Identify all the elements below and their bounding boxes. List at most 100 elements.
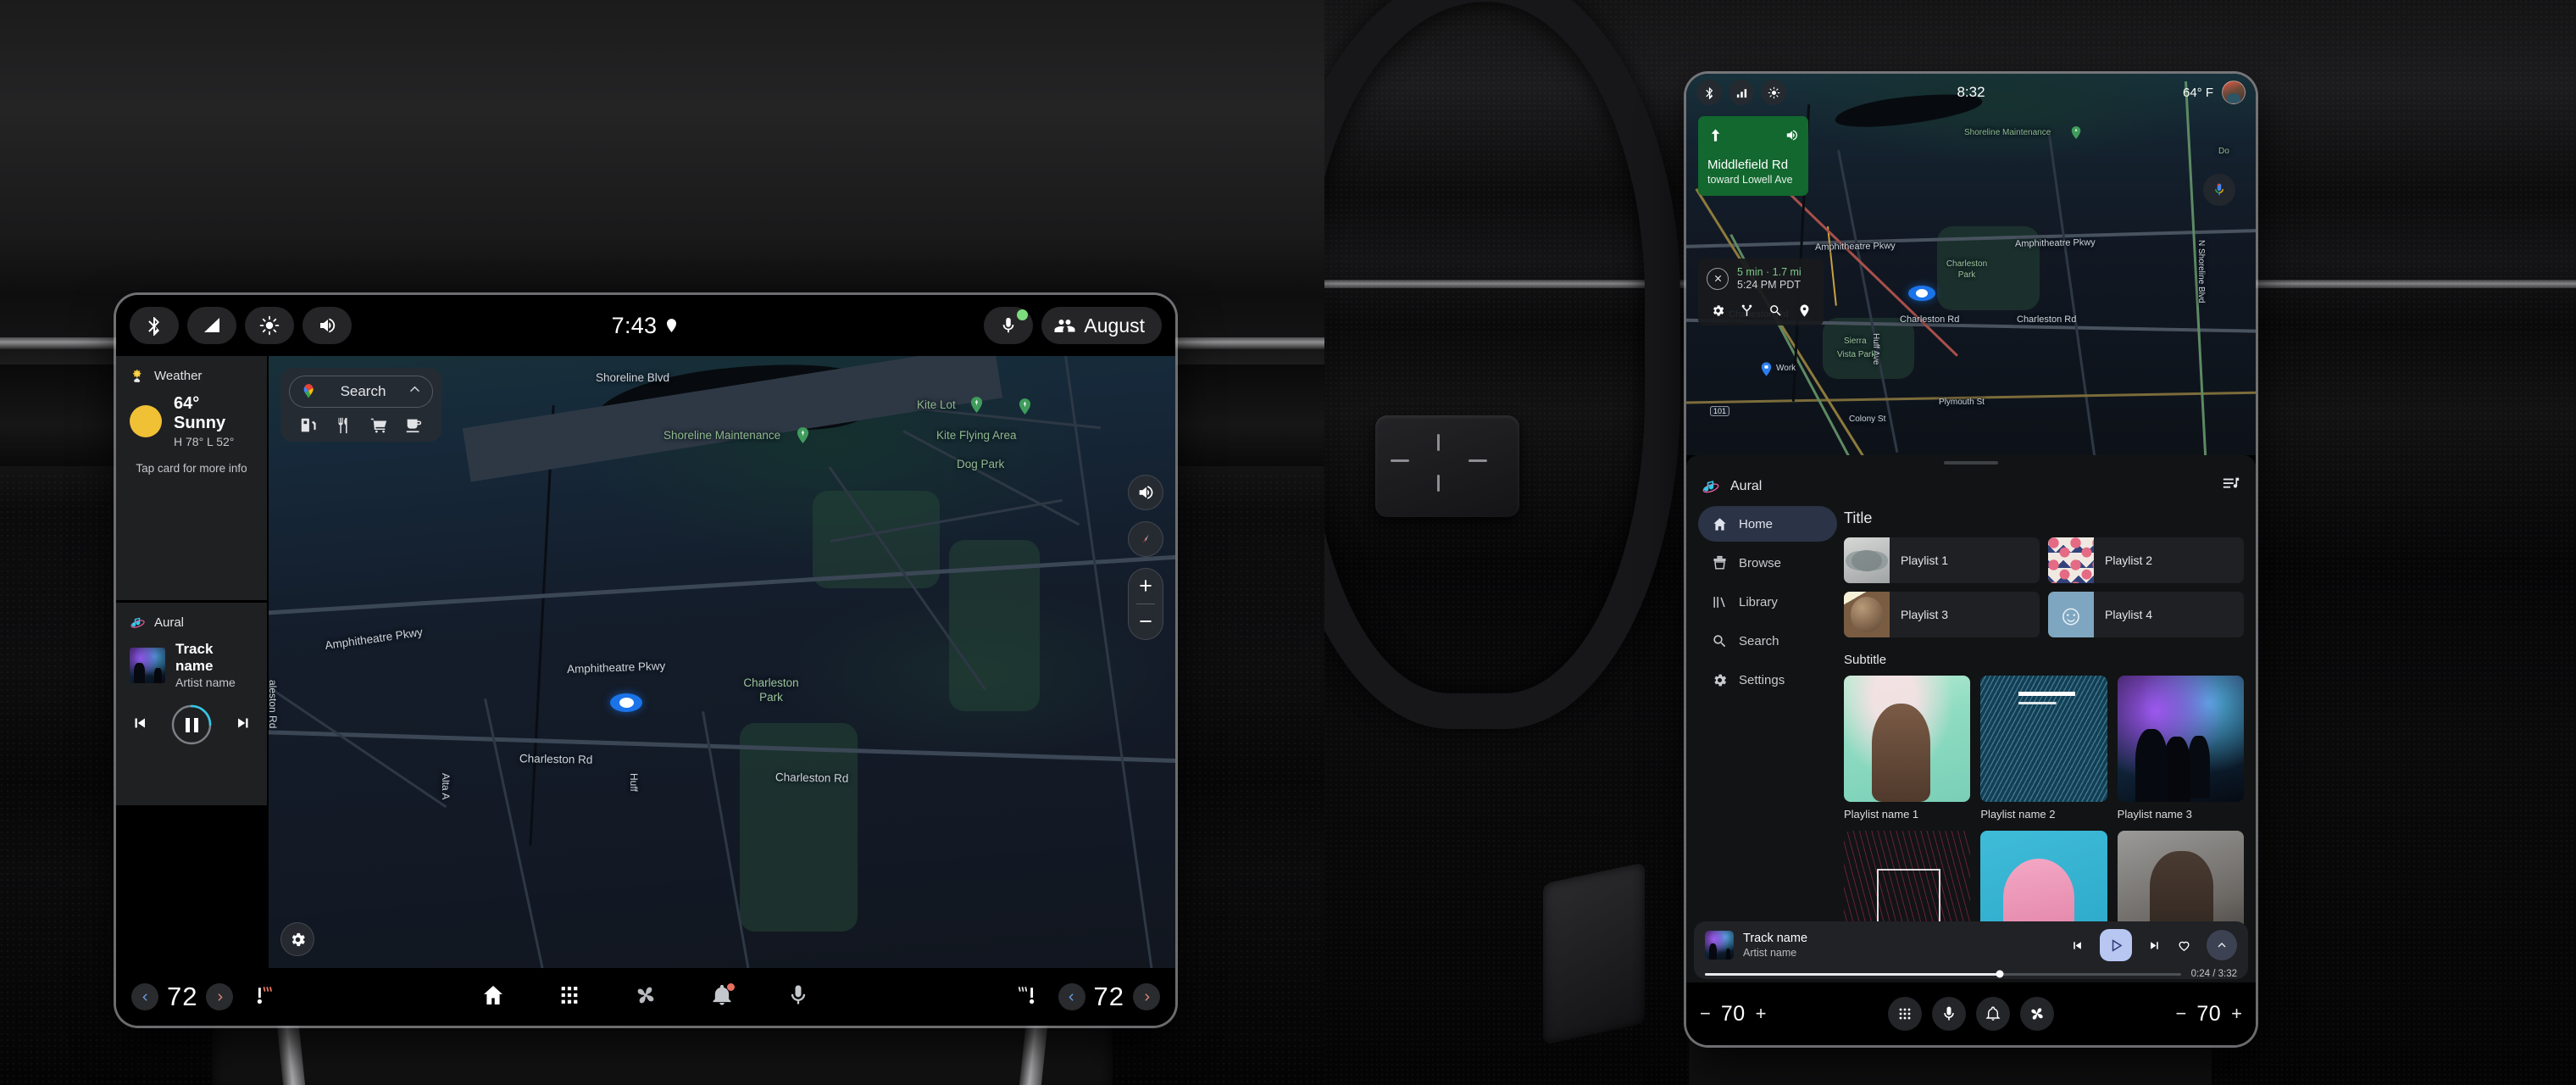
coffee-icon[interactable]: [404, 416, 423, 435]
zoom-out-button[interactable]: −: [1129, 604, 1163, 639]
map-search-card[interactable]: Search: [280, 368, 441, 442]
map-label: Shoreline Maintenance: [1964, 128, 2051, 137]
notifications-bell-icon[interactable]: [1976, 997, 2010, 1031]
close-x-icon[interactable]: [1707, 267, 1729, 290]
gas-station-icon[interactable]: [299, 416, 318, 435]
home-icon: [1713, 517, 1726, 531]
outside-temperature: 64° F: [2182, 85, 2213, 100]
passenger-temp-down-button[interactable]: −: [2175, 1003, 2186, 1025]
driver-temp-up-button[interactable]: [206, 983, 234, 1010]
skip-previous-icon[interactable]: [2070, 938, 2085, 953]
home-icon[interactable]: [481, 983, 505, 1011]
driver-temp-control: 72: [131, 982, 234, 1012]
driver-seat-heater-icon[interactable]: [252, 982, 277, 1012]
driver-temp-down-button[interactable]: −: [1700, 1003, 1711, 1025]
fan-icon[interactable]: [2020, 997, 2054, 1031]
aural-logo-icon: [130, 617, 145, 628]
expand-player-button[interactable]: [2207, 930, 2237, 960]
skip-next-icon[interactable]: [2147, 938, 2162, 953]
user-profile-button[interactable]: August: [1041, 307, 1162, 344]
apps-grid-icon[interactable]: [558, 983, 581, 1011]
passenger-temp-down-button[interactable]: [1058, 983, 1085, 1010]
map-pin-work[interactable]: [1761, 362, 1772, 376]
fan-icon[interactable]: [634, 983, 658, 1011]
restaurant-icon[interactable]: [334, 416, 353, 435]
right-map-view[interactable]: 8:32 64° F Middlefield Rd toward Lowell …: [1686, 74, 2256, 455]
driver-temp-up-button[interactable]: +: [1756, 1003, 1767, 1025]
progress-slider[interactable]: [1705, 970, 2181, 978]
google-assistant-mic-icon[interactable]: [2203, 174, 2235, 206]
settings-gear-icon[interactable]: [1711, 303, 1725, 318]
playlist-artwork: [2048, 537, 2094, 583]
assistant-mic-button[interactable]: [984, 307, 1034, 344]
pause-button[interactable]: [171, 704, 212, 745]
media-content: Title Playlist 1 Playlist 2 Playlist 3 ☺…: [1837, 506, 2244, 958]
search-icon[interactable]: [1768, 303, 1783, 318]
heart-icon[interactable]: [2177, 938, 2191, 953]
playlist-label: Playlist name 1: [1844, 808, 1919, 821]
media-card[interactable]: Aural Track name Artist name: [116, 603, 267, 805]
library-icon: [1713, 596, 1725, 608]
sidebar-item-search[interactable]: Search: [1698, 623, 1837, 659]
microphone-icon[interactable]: [1932, 997, 1966, 1031]
big-playlist-card[interactable]: Playlist name 3: [2117, 676, 2244, 821]
map-pin-shoreline-maintenance[interactable]: [2071, 126, 2081, 139]
playlist-label: Playlist 3: [1901, 608, 1949, 621]
playlist-artwork: [1844, 592, 1890, 637]
skip-next-icon[interactable]: [234, 714, 253, 737]
chevron-up-icon[interactable]: [408, 382, 422, 401]
volume-icon: [1139, 486, 1153, 499]
eta-duration-distance: 5 min · 1.7 mi: [1737, 266, 1802, 278]
search-input[interactable]: Search: [289, 376, 433, 408]
big-playlist-card[interactable]: Playlist name 2: [1980, 676, 2107, 821]
passenger-temp-up-button[interactable]: [1133, 983, 1160, 1010]
left-infotainment-screen[interactable]: 7:43 August Weather 64° Sunny H 78° L 52…: [116, 295, 1175, 1026]
playlist-artwork: [1844, 537, 1890, 583]
playlist-card[interactable]: Playlist 2: [2048, 537, 2244, 583]
route-alternatives-icon[interactable]: [1740, 303, 1754, 318]
map-pin-kite-flying-area[interactable]: [1019, 398, 1031, 415]
big-playlist-card[interactable]: Playlist name 1: [1844, 676, 1971, 821]
map-label: Charleston Rd: [2017, 314, 2077, 325]
playlist-card[interactable]: Playlist 1: [1844, 537, 2040, 583]
eta-arrival-time: 5:24 PM PDT: [1737, 279, 1802, 291]
notifications-bell-icon[interactable]: [710, 982, 735, 1011]
sidebar-item-library[interactable]: Library: [1698, 584, 1837, 620]
play-button[interactable]: [2100, 929, 2132, 961]
passenger-temp-up-button[interactable]: +: [2231, 1003, 2242, 1025]
map-volume-button[interactable]: [1128, 475, 1163, 510]
place-pin-icon[interactable]: [1797, 303, 1812, 318]
avatar[interactable]: [2222, 81, 2246, 104]
apps-grid-icon[interactable]: [1888, 997, 1922, 1031]
passenger-seat-heater-icon[interactable]: [1014, 982, 1040, 1012]
right-clock: 8:32: [1957, 84, 1985, 100]
map-settings-gear-icon[interactable]: [280, 922, 314, 956]
map-label: Vista Park: [1837, 350, 1876, 359]
driver-temp-down-button[interactable]: [131, 983, 158, 1010]
map-pin-kite-lot[interactable]: [970, 397, 983, 413]
skip-previous-icon[interactable]: [130, 714, 149, 737]
playlist-card[interactable]: Playlist 4: [2048, 592, 2244, 637]
microphone-icon[interactable]: [786, 983, 810, 1011]
weather-card-title: Weather: [154, 369, 203, 383]
grocery-cart-icon[interactable]: [369, 416, 388, 435]
driver-temp-value: 72: [167, 982, 198, 1011]
map-pin-shoreline-maintenance[interactable]: [797, 427, 809, 443]
playlist-label: Playlist name 3: [2117, 808, 2192, 821]
playlist-queue-icon[interactable]: [2222, 475, 2240, 498]
weather-card[interactable]: Weather 64° Sunny H 78° L 52° Tap card f…: [116, 356, 267, 600]
navigation-maneuver-card[interactable]: Middlefield Rd toward Lowell Ave: [1698, 116, 1808, 197]
right-infotainment-screen[interactable]: 8:32 64° F Middlefield Rd toward Lowell …: [1686, 74, 2256, 1045]
media-app-name: Aural: [1730, 478, 1763, 493]
sidebar-item-browse[interactable]: Browse: [1698, 545, 1837, 581]
sidebar-item-settings[interactable]: Settings: [1698, 662, 1837, 698]
playlist-card[interactable]: Playlist 3: [1844, 592, 2040, 637]
left-bottom-bar: 72 72: [116, 968, 1175, 1026]
sidebar-item-home[interactable]: Home: [1698, 506, 1837, 542]
navigation-eta-card[interactable]: 5 min · 1.7 mi 5:24 PM PDT: [1698, 259, 1824, 326]
map-zoom-controls[interactable]: + −: [1128, 568, 1163, 640]
location-pin-icon: [667, 319, 677, 332]
map-view[interactable]: Shoreline Blvd Kite Lot Kite Flying Area…: [269, 356, 1175, 968]
map-compass-button[interactable]: [1128, 521, 1163, 557]
zoom-in-button[interactable]: +: [1129, 569, 1163, 604]
